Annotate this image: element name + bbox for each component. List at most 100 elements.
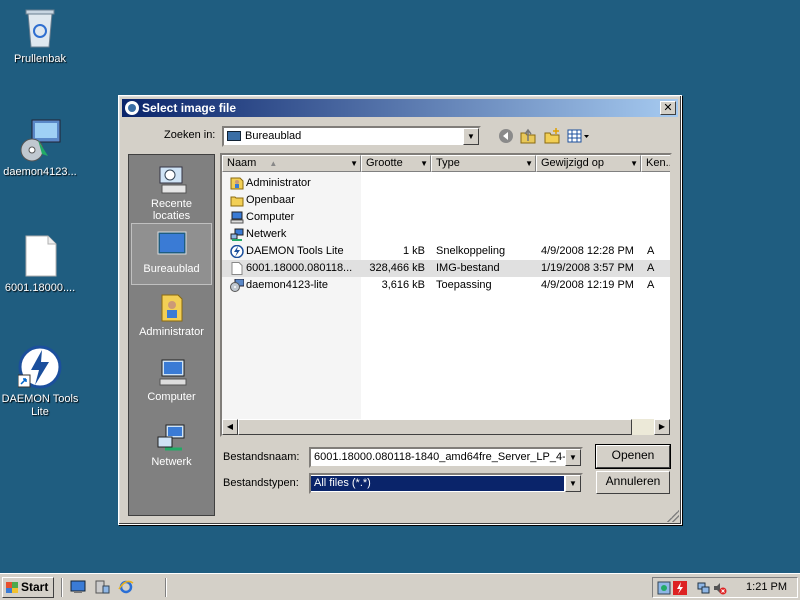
file-list: Naam ▲ ▼ Grootte ▼ Type ▼ Gewijzigd op ▼ Ken… xyxy=(220,153,672,437)
installer-icon xyxy=(230,278,245,292)
filetype-value: All files (*.*) xyxy=(311,476,564,491)
back-button[interactable] xyxy=(497,127,515,145)
taskbar: Start 1:21 PM xyxy=(0,573,800,600)
view-menu-button[interactable] xyxy=(567,127,591,145)
place-recent-locations[interactable]: Recente locaties xyxy=(131,159,212,222)
file-row[interactable]: 6001.18000.080118... 328,466 kB IMG-bestan… xyxy=(222,260,670,277)
place-desktop[interactable]: Bureaublad xyxy=(131,223,212,285)
column-header-type[interactable]: Type ▼ xyxy=(431,155,536,172)
file-row[interactable]: Computer xyxy=(222,209,670,226)
chevron-down-icon[interactable]: ▼ xyxy=(565,449,581,466)
desktop-icon-label: Prullenbak xyxy=(14,53,66,65)
desktop-icon-label: DAEMON Tools Lite xyxy=(1,393,79,418)
file-icon xyxy=(230,262,244,275)
new-folder-icon xyxy=(544,128,560,144)
file-row[interactable]: Administrator xyxy=(222,175,670,192)
chevron-down-icon[interactable]: ▼ xyxy=(565,475,581,492)
user-folder-icon xyxy=(156,293,188,323)
computer-icon xyxy=(230,211,244,224)
network-tray-icon[interactable] xyxy=(657,581,671,595)
chevron-down-icon[interactable]: ▼ xyxy=(420,156,428,171)
desktop-icon-label: 6001.18000.... xyxy=(4,282,76,294)
chevron-down-icon[interactable]: ▼ xyxy=(525,156,533,171)
places-bar: Recente locaties Bureaublad Administrato… xyxy=(128,154,215,516)
file-icon xyxy=(18,234,62,278)
file-modified: 4/9/2008 12:28 PM xyxy=(541,245,634,257)
cancel-button[interactable]: Annuleren xyxy=(596,471,670,494)
close-button[interactable]: ✕ xyxy=(660,101,676,115)
look-in-dropdown[interactable]: Bureaublad ▼ xyxy=(222,126,481,147)
desktop-icon-img-file[interactable]: 6001.18000.... xyxy=(0,234,80,295)
user-folder-icon xyxy=(230,177,244,190)
desktop-icon-label: daemon4123... xyxy=(3,166,77,178)
place-administrator[interactable]: Administrator xyxy=(131,287,212,349)
daemon-tools-tray-icon[interactable] xyxy=(673,581,687,595)
place-label: Recente locaties xyxy=(151,198,192,222)
place-label: Bureaublad xyxy=(143,263,200,275)
back-arrow-icon xyxy=(499,129,513,143)
volume-muted-icon[interactable] xyxy=(713,581,727,595)
filename-input[interactable]: 6001.18000.080118-1840_amd64fre_Server_L… xyxy=(309,447,583,468)
column-header-name[interactable]: Naam ▲ ▼ xyxy=(222,155,361,172)
recent-locations-icon xyxy=(156,165,188,195)
column-header-size[interactable]: Grootte ▼ xyxy=(361,155,431,172)
filename-label: Bestandsnaam: xyxy=(223,451,300,463)
file-row[interactable]: DAEMON Tools Lite 1 kB Snelkoppeling 4/9/20… xyxy=(222,243,670,260)
look-in-value: Bureaublad xyxy=(245,130,302,142)
chevron-down-icon[interactable]: ▼ xyxy=(463,128,479,145)
filetype-dropdown[interactable]: All files (*.*) ▼ xyxy=(309,473,583,494)
internet-explorer-icon[interactable] xyxy=(118,580,134,594)
column-header-modified[interactable]: Gewijzigd op ▼ xyxy=(536,155,641,172)
network-icon xyxy=(230,228,244,241)
chevron-down-icon[interactable]: ▼ xyxy=(350,156,358,171)
show-desktop-icon[interactable] xyxy=(70,580,86,594)
desktop-icon-recycle-bin[interactable]: Prullenbak xyxy=(0,5,80,66)
scroll-left-button[interactable]: ◀ xyxy=(222,419,238,435)
desktop-icon xyxy=(227,131,241,142)
file-type: Toepassing xyxy=(436,279,492,291)
column-header-attributes[interactable]: Ken... xyxy=(641,155,670,172)
place-label: Computer xyxy=(147,391,196,403)
file-name: Administrator xyxy=(246,177,311,189)
file-size: 1 kB xyxy=(402,245,425,257)
server-manager-icon[interactable] xyxy=(94,580,110,594)
desktop-icon xyxy=(156,230,188,260)
file-row[interactable]: daemon4123-lite 3,616 kB Toepassing 4/9/200… xyxy=(222,277,670,294)
file-name: 6001.18000.080118... xyxy=(246,262,353,274)
computer-icon xyxy=(156,358,188,388)
start-label: Start xyxy=(21,580,49,594)
place-network[interactable]: Netwerk xyxy=(131,417,212,479)
new-folder-button[interactable] xyxy=(543,127,561,145)
horizontal-scrollbar[interactable]: ◀ ▶ xyxy=(222,419,670,435)
file-name: Computer xyxy=(246,211,295,223)
installer-icon xyxy=(18,118,62,162)
scrollbar-thumb[interactable] xyxy=(238,419,632,435)
view-grid-icon xyxy=(567,129,589,143)
file-type: Snelkoppeling xyxy=(436,245,506,257)
resize-grip[interactable] xyxy=(667,510,679,522)
network-connection-icon[interactable] xyxy=(697,581,711,595)
file-row[interactable]: Netwerk xyxy=(222,226,670,243)
place-label: Administrator xyxy=(139,326,204,338)
file-size: 328,466 kB xyxy=(369,262,425,274)
dialog-titlebar[interactable]: Select image file ✕ xyxy=(122,99,678,117)
network-icon xyxy=(156,423,188,453)
file-name: DAEMON Tools Lite xyxy=(246,245,344,257)
desktop-icon-daemon-tools[interactable]: DAEMON Tools Lite xyxy=(0,345,80,419)
open-button[interactable]: Openen xyxy=(595,444,671,469)
file-attr: A xyxy=(647,245,655,257)
windows-logo-icon xyxy=(6,582,18,593)
file-modified: 1/19/2008 3:57 PM xyxy=(541,262,634,274)
file-size: 3,616 kB xyxy=(381,279,425,291)
sort-ascending-icon: ▲ xyxy=(269,159,278,168)
chevron-down-icon[interactable]: ▼ xyxy=(630,156,638,171)
shortcut-icon xyxy=(230,244,244,259)
desktop-icon-installer[interactable]: daemon4123... xyxy=(0,118,80,179)
clock[interactable]: 1:21 PM xyxy=(746,578,787,597)
up-folder-button[interactable] xyxy=(519,127,537,145)
scroll-right-button[interactable]: ▶ xyxy=(654,419,670,435)
file-row[interactable]: Openbaar xyxy=(222,192,670,209)
place-computer[interactable]: Computer xyxy=(131,352,212,414)
start-button[interactable]: Start xyxy=(2,577,54,598)
file-name: Netwerk xyxy=(246,228,287,240)
